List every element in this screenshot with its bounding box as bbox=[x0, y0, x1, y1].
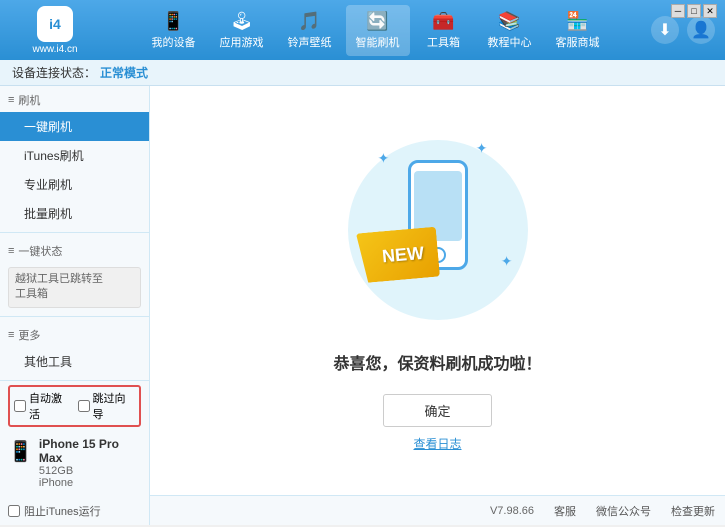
bottom-bar: V7.98.66 客服 微信公众号 检查更新 bbox=[150, 496, 725, 525]
sparkle-2: ✦ bbox=[476, 140, 488, 157]
logo-text: i4 bbox=[49, 16, 61, 32]
nav-label: 客服商城 bbox=[556, 34, 600, 50]
check-update-link[interactable]: 检查更新 bbox=[671, 503, 715, 519]
service-icon: 🏪 bbox=[566, 11, 588, 32]
status-bar: 设备连接状态： 正常模式 bbox=[0, 60, 725, 86]
maximize-button[interactable]: □ bbox=[687, 4, 701, 18]
auto-actions: 自动激活 跳过向导 bbox=[8, 385, 141, 427]
nav-app-games[interactable]: 🕹 应用游戏 bbox=[210, 5, 274, 56]
device-panel-bottom: 阻止iTunes运行 bbox=[0, 496, 150, 525]
flash-icon: 🔄 bbox=[366, 11, 388, 32]
sidebar-item-itunes-flash[interactable]: iTunes刷机 bbox=[0, 141, 149, 170]
nav-service[interactable]: 🏪 客服商城 bbox=[546, 5, 610, 56]
download-button[interactable]: ⬇ bbox=[651, 16, 679, 44]
device-type: iPhone bbox=[39, 477, 141, 489]
device-icon: 📱 bbox=[162, 11, 184, 32]
itunes-label: 阻止iTunes运行 bbox=[24, 503, 101, 519]
logo-icon: i4 bbox=[37, 6, 73, 42]
customer-service-link[interactable]: 客服 bbox=[554, 503, 576, 519]
nav-ringtone[interactable]: 🎵 铃声壁纸 bbox=[278, 5, 342, 56]
logo-area: i4 www.i4.cn bbox=[10, 6, 100, 55]
skip-guide-label[interactable]: 跳过向导 bbox=[78, 390, 136, 422]
device-phone-icon: 📱 bbox=[8, 439, 33, 464]
sidebar-notice: 越狱工具已跳转至工具箱 bbox=[8, 267, 141, 308]
success-message: 恭喜您，保资料刷机成功啦！ bbox=[333, 350, 541, 374]
nav-label: 教程中心 bbox=[488, 34, 532, 50]
nav-label: 应用游戏 bbox=[220, 34, 264, 50]
sparkle-1: ✦ bbox=[378, 150, 390, 167]
more-section-icon: ≡ bbox=[8, 329, 14, 341]
skip-guide-text: 跳过向导 bbox=[93, 390, 136, 422]
device-details: iPhone 15 Pro Max 512GB iPhone bbox=[39, 437, 141, 489]
header-right: ⬇ 👤 bbox=[651, 16, 715, 44]
nav-my-device[interactable]: 📱 我的设备 bbox=[142, 5, 206, 56]
status-mode: 正常模式 bbox=[100, 64, 148, 81]
new-banner: NEW bbox=[355, 226, 439, 283]
nav-label: 我的设备 bbox=[152, 34, 196, 50]
nav-bar: 📱 我的设备 🕹 应用游戏 🎵 铃声壁纸 🔄 智能刷机 🧰 工具箱 📚 bbox=[100, 5, 651, 56]
toolbox-icon: 🧰 bbox=[432, 11, 454, 32]
sidebar-item-pro-flash[interactable]: 专业刷机 bbox=[0, 170, 149, 199]
version-label: V7.98.66 bbox=[490, 505, 534, 517]
minimize-button[interactable]: ─ bbox=[671, 4, 685, 18]
nav-smart-flash[interactable]: 🔄 智能刷机 bbox=[346, 5, 410, 56]
nav-toolbox[interactable]: 🧰 工具箱 bbox=[414, 5, 474, 56]
sidebar-item-other-tools[interactable]: 其他工具 bbox=[0, 347, 149, 376]
tutorial-icon: 📚 bbox=[498, 11, 520, 32]
nav-label: 铃声壁纸 bbox=[288, 34, 332, 50]
header: i4 www.i4.cn 📱 我的设备 🕹 应用游戏 🎵 铃声壁纸 🔄 智能刷机 bbox=[0, 0, 725, 60]
auto-activate-checkbox[interactable] bbox=[14, 400, 26, 412]
auto-activate-label[interactable]: 自动激活 bbox=[14, 390, 72, 422]
sidebar-divider-2 bbox=[0, 316, 149, 317]
nav-label: 智能刷机 bbox=[356, 34, 400, 50]
bottom-section: 阻止iTunes运行 V7.98.66 客服 微信公众号 检查更新 bbox=[0, 495, 725, 525]
sidebar-section-flash: ≡ 刷机 bbox=[0, 86, 149, 112]
itunes-checkbox[interactable] bbox=[8, 505, 20, 517]
flash-section-icon: ≡ bbox=[8, 94, 14, 106]
status-label: 设备连接状态： bbox=[12, 64, 96, 81]
new-text: NEW bbox=[381, 242, 425, 267]
user-button[interactable]: 👤 bbox=[687, 16, 715, 44]
skip-guide-checkbox[interactable] bbox=[78, 400, 90, 412]
nav-tutorial[interactable]: 📚 教程中心 bbox=[478, 5, 542, 56]
logo-subtext: www.i4.cn bbox=[32, 44, 77, 55]
success-illustration: ✦ ✦ ✦ NEW bbox=[338, 130, 538, 330]
device-info: 📱 iPhone 15 Pro Max 512GB iPhone bbox=[8, 433, 141, 493]
app-icon: 🕹 bbox=[230, 11, 253, 32]
nav-label: 工具箱 bbox=[427, 34, 460, 50]
content-area: ✦ ✦ ✦ NEW 恭喜您，保资料刷机成功啦！ 确定 查看日志 bbox=[150, 86, 725, 495]
window-controls: ─ □ ✕ bbox=[671, 4, 717, 18]
device-panel: 自动激活 跳过向导 📱 iPhone 15 Pro Max 512GB iPho… bbox=[0, 380, 150, 497]
sidebar-divider-1 bbox=[0, 232, 149, 233]
wechat-link[interactable]: 微信公众号 bbox=[596, 503, 651, 519]
close-button[interactable]: ✕ bbox=[703, 4, 717, 18]
sidebar-section-more: ≡ 更多 bbox=[0, 321, 149, 347]
device-storage: 512GB bbox=[39, 465, 141, 477]
sparkle-3: ✦ bbox=[501, 253, 513, 270]
sidebar-item-one-key-flash[interactable]: 一键刷机 bbox=[0, 112, 149, 141]
device-name: iPhone 15 Pro Max bbox=[39, 437, 141, 465]
sidebar-section-status: ≡ 一键状态 bbox=[0, 237, 149, 263]
sidebar-item-batch-flash[interactable]: 批量刷机 bbox=[0, 199, 149, 228]
auto-activate-text: 自动激活 bbox=[29, 390, 72, 422]
confirm-button[interactable]: 确定 bbox=[383, 394, 491, 427]
status-section-icon: ≡ bbox=[8, 245, 14, 257]
ringtone-icon: 🎵 bbox=[298, 11, 320, 32]
log-link[interactable]: 查看日志 bbox=[413, 435, 461, 452]
itunes-bar: 阻止iTunes运行 bbox=[8, 503, 141, 519]
